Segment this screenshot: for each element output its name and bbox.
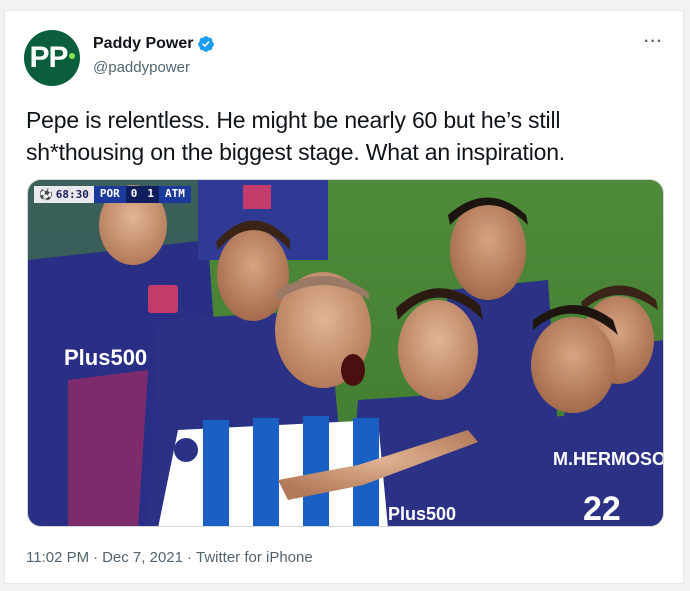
scoreboard-clock: ⚽ 68:30 (34, 186, 94, 203)
avatar-dot (68, 53, 75, 59)
meta-separator: · (93, 549, 99, 566)
author-handle[interactable]: @paddypower (93, 59, 190, 76)
scoreboard-away-score: 1 (142, 186, 159, 203)
tweet-timestamp: 11:02 PM · Dec 7, 2021 · Twitter for iPhone (26, 549, 317, 566)
shirt-sponsor-2: Plus500 (388, 504, 456, 524)
match-scoreboard: ⚽ 68:30 POR 0 1 ATM (34, 186, 191, 203)
tweet-source[interactable]: Twitter for iPhone (196, 549, 313, 566)
ball-icon: ⚽ (39, 188, 53, 201)
meta-separator: · (186, 549, 192, 566)
shirt-name: M.HERMOSO (553, 449, 664, 469)
tweet-time[interactable]: 11:02 PM (26, 549, 89, 566)
tweet-card: PP Paddy Power @paddypower ··· Pepe is r… (4, 10, 684, 584)
scoreboard-home-team: POR (93, 186, 126, 203)
tweet-media-image[interactable]: Plus500 Plus500 M.HERMOSO 22 ⚽ 68:30 POR… (27, 179, 664, 527)
author-name-row: Paddy Power (93, 35, 215, 53)
verified-badge-icon (198, 36, 215, 52)
shirt-number: 22 (583, 490, 621, 527)
avatar[interactable]: PP (24, 30, 80, 86)
match-photo: Plus500 Plus500 M.HERMOSO 22 (28, 180, 664, 527)
shirt-sponsor-1: Plus500 (64, 345, 147, 370)
more-options-icon[interactable]: ··· (644, 33, 663, 51)
author-display-name[interactable]: Paddy Power (93, 35, 193, 53)
tweet-text: Pepe is relentless. He might be nearly 6… (26, 107, 565, 165)
avatar-logo-text: PP (29, 41, 68, 74)
tweet-date[interactable]: Dec 7, 2021 (102, 549, 183, 566)
scoreboard-home-score: 0 (125, 186, 143, 203)
scoreboard-away-team: ATM (158, 186, 191, 203)
